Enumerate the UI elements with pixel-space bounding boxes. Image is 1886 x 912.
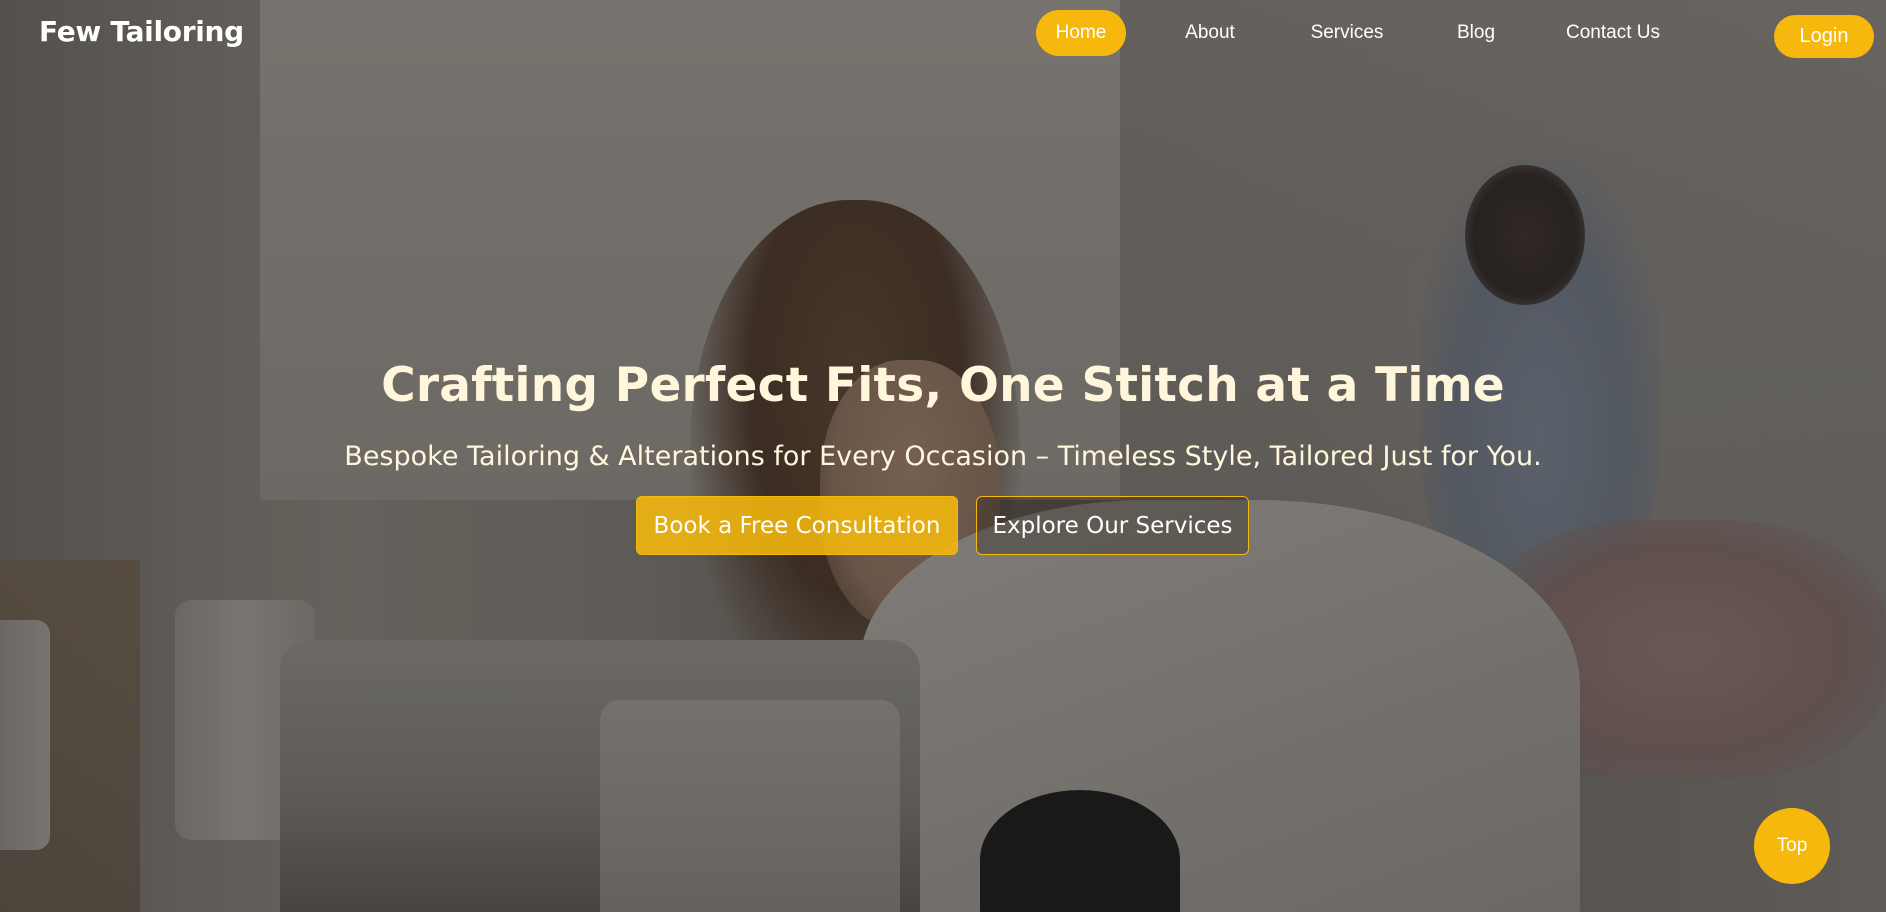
nav-item-about[interactable]: About [1170, 10, 1250, 56]
login-button[interactable]: Login [1774, 15, 1874, 58]
nav-item-blog[interactable]: Blog [1448, 10, 1504, 56]
navbar: Few Tailoring Home About Services Blog C… [0, 0, 1886, 70]
back-to-top-button[interactable]: Top [1754, 808, 1830, 884]
nav-item-services[interactable]: Services [1300, 10, 1394, 56]
hero-subtitle: Bespoke Tailoring & Alterations for Ever… [344, 441, 1542, 472]
hero-title: Crafting Perfect Fits, One Stitch at a T… [381, 358, 1505, 413]
book-consultation-button[interactable]: Book a Free Consultation [636, 496, 958, 555]
explore-services-button[interactable]: Explore Our Services [976, 496, 1249, 555]
brand-logo-text[interactable]: Few Tailoring [39, 15, 244, 48]
nav-item-home[interactable]: Home [1036, 10, 1126, 56]
nav-item-contact-us[interactable]: Contact Us [1556, 10, 1670, 56]
